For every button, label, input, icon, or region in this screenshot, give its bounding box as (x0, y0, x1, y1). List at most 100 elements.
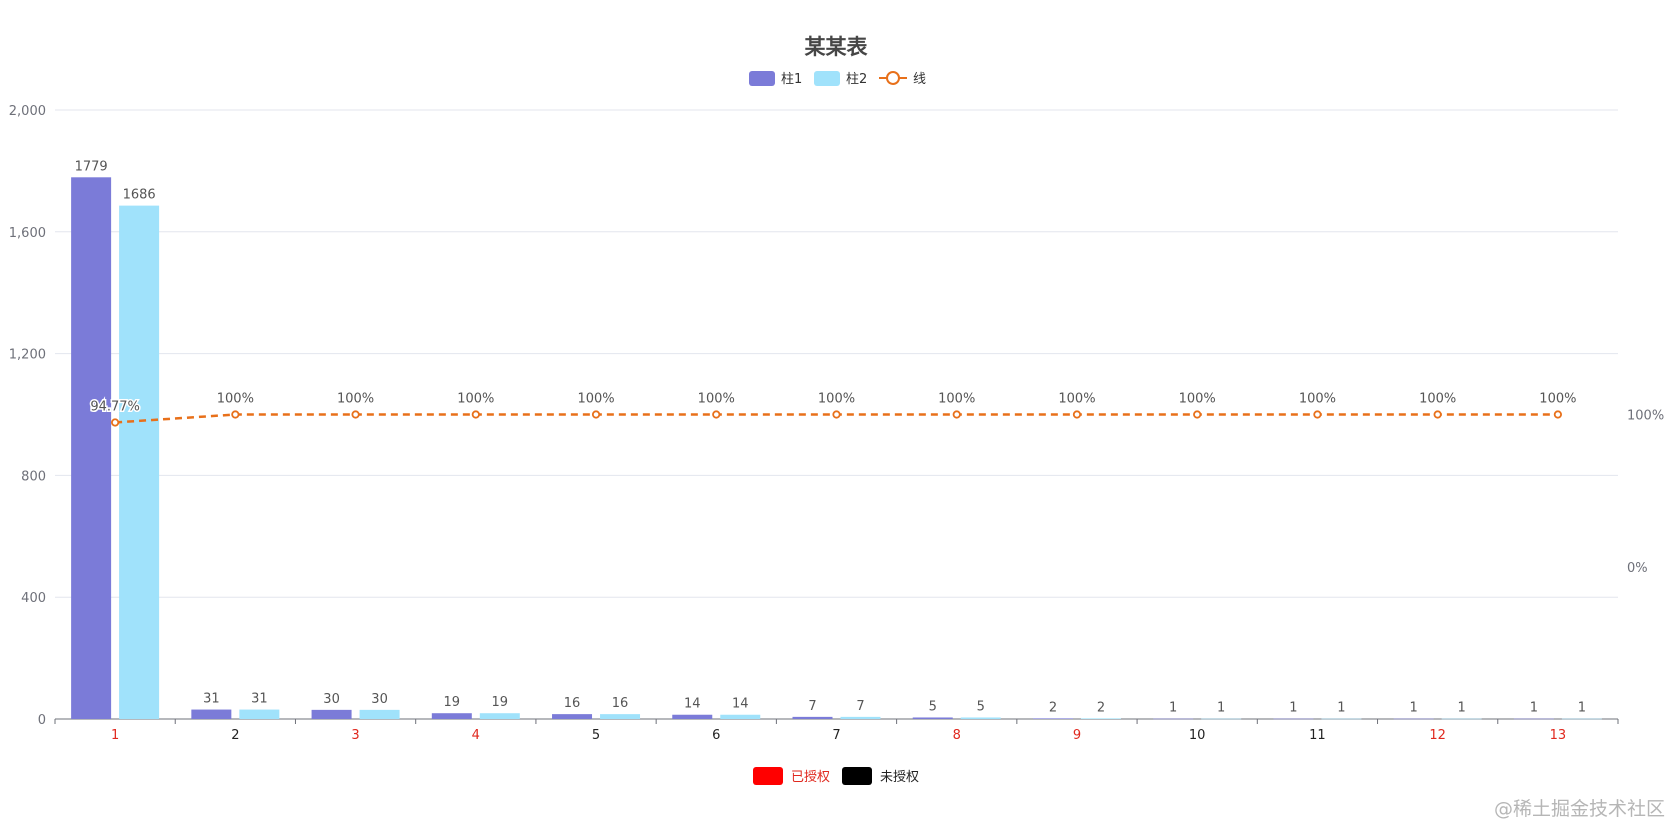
bar (431, 713, 472, 719)
y-right-tick-label: 100% (1627, 409, 1664, 424)
bar-value-label: 30 (323, 692, 340, 707)
bar-value-label: 19 (492, 695, 509, 710)
bar-value-label: 7 (856, 699, 864, 714)
bar-value-label: 16 (612, 696, 629, 711)
bar (1201, 718, 1242, 720)
series-legend[interactable]: 柱1 柱2 线 (749, 71, 926, 87)
x-tick-label: 1 (111, 728, 119, 743)
bar (191, 709, 232, 719)
bar (311, 709, 352, 719)
status-legend-label: 已授权 (791, 769, 830, 785)
bar-value-label: 1779 (75, 159, 108, 174)
status-legend-label: 未授权 (880, 769, 919, 785)
legend-label: 柱1 (781, 72, 802, 87)
legend-swatch (814, 71, 840, 86)
data-labels: 1779 31 30 19 16 14 7 5 2 1 1 1 1 1686 31 30 19 16 14 7 5 2 1 1… (75, 159, 1586, 715)
bar-value-label: 1 (1530, 701, 1538, 716)
bar-value-label: 5 (929, 699, 937, 714)
bar-value-label: 31 (203, 692, 220, 707)
y-left-tick-label: 1,200 (9, 348, 46, 363)
bar-value-label: 31 (251, 692, 268, 707)
legend-label: 柱2 (846, 72, 867, 87)
line-point (952, 410, 961, 419)
line-value-label: 100% (217, 392, 254, 407)
line-point (832, 410, 841, 419)
bar (552, 714, 593, 719)
bar (1080, 718, 1121, 719)
bar-value-label: 14 (684, 697, 701, 712)
line-series (111, 410, 1562, 427)
y-left-tick-label: 800 (21, 469, 46, 484)
y-left-tick-label: 1,600 (9, 226, 46, 241)
legend-swatch (749, 71, 775, 86)
bar-value-label: 1 (1578, 701, 1586, 716)
y-left-tick-label: 400 (21, 591, 46, 606)
line-point (712, 410, 721, 419)
bar (71, 177, 112, 719)
line-point (1553, 410, 1562, 419)
y-right-tick-label: 0% (1627, 561, 1648, 576)
line-value-label: 100% (1058, 392, 1095, 407)
bar-value-label: 1 (1289, 701, 1297, 716)
bar (1393, 718, 1434, 720)
line-value-label: 100% (1419, 392, 1456, 407)
line-value-label: 94.77% (90, 399, 140, 414)
x-tick-label: 11 (1309, 728, 1326, 743)
bar-value-label: 2 (1049, 700, 1057, 715)
bar-value-label: 1 (1458, 701, 1466, 716)
bar-value-label: 1 (1217, 701, 1225, 716)
y-left-tick-label: 0 (38, 713, 46, 728)
bar (239, 709, 280, 719)
x-tick-label: 5 (592, 728, 600, 743)
bar (1321, 718, 1362, 720)
line-point (471, 410, 480, 419)
bar-line-chart: 04008001,2001,6002,0000%100%1 2 3 4 5 6 7 8 9 10 1… (9, 35, 1664, 785)
bar-value-label: 14 (732, 697, 749, 712)
bar-value-label: 1686 (123, 188, 156, 203)
bar-value-label: 1 (1169, 701, 1177, 716)
bar-value-label: 30 (371, 692, 388, 707)
bar (479, 713, 520, 719)
chart-title: 某某表 (805, 35, 869, 59)
bar-value-label: 16 (564, 696, 581, 711)
line-value-label: 100% (337, 392, 374, 407)
bar-value-label: 19 (444, 695, 461, 710)
line-value-label: 100% (1179, 392, 1216, 407)
x-tick-label: 12 (1429, 728, 1446, 743)
line-value-label: 100% (457, 392, 494, 407)
status-legend[interactable]: 已授权 未授权 (753, 767, 919, 785)
line-value-label: 100% (577, 392, 614, 407)
x-tick-label: 13 (1550, 728, 1567, 743)
line-point (231, 410, 240, 419)
x-tick-label: 10 (1189, 728, 1206, 743)
line-value-label: 100% (938, 392, 975, 407)
bar (1273, 718, 1314, 720)
line-value-label: 100% (818, 392, 855, 407)
x-tick-label: 4 (472, 728, 480, 743)
status-legend-swatch (842, 767, 872, 785)
bar (792, 716, 833, 719)
bar-value-label: 5 (977, 699, 985, 714)
line-point (1313, 410, 1322, 419)
bar (720, 714, 761, 719)
line-value-label: 100% (1299, 392, 1336, 407)
bar (672, 714, 713, 719)
bars (71, 177, 1602, 720)
line-point (111, 418, 120, 427)
bar (1513, 718, 1554, 720)
grid-lines (55, 109, 1618, 598)
bar-value-label: 2 (1097, 700, 1105, 715)
line-value-label: 100% (698, 392, 735, 407)
line-point (1193, 410, 1202, 419)
x-tick-label: 3 (351, 728, 359, 743)
legend-label: 线 (913, 72, 926, 87)
x-tick-label: 8 (953, 728, 961, 743)
bar (600, 714, 641, 719)
status-legend-swatch (753, 767, 783, 785)
bar-value-label: 7 (808, 699, 816, 714)
x-tick-label: 7 (832, 728, 840, 743)
x-tick-label: 2 (231, 728, 239, 743)
axes: 04008001,2001,6002,0000%100%1 2 3 4 5 6 7 8 9 10 1… (9, 104, 1664, 743)
bar (960, 717, 1001, 719)
line-value-label: 100% (1539, 392, 1576, 407)
